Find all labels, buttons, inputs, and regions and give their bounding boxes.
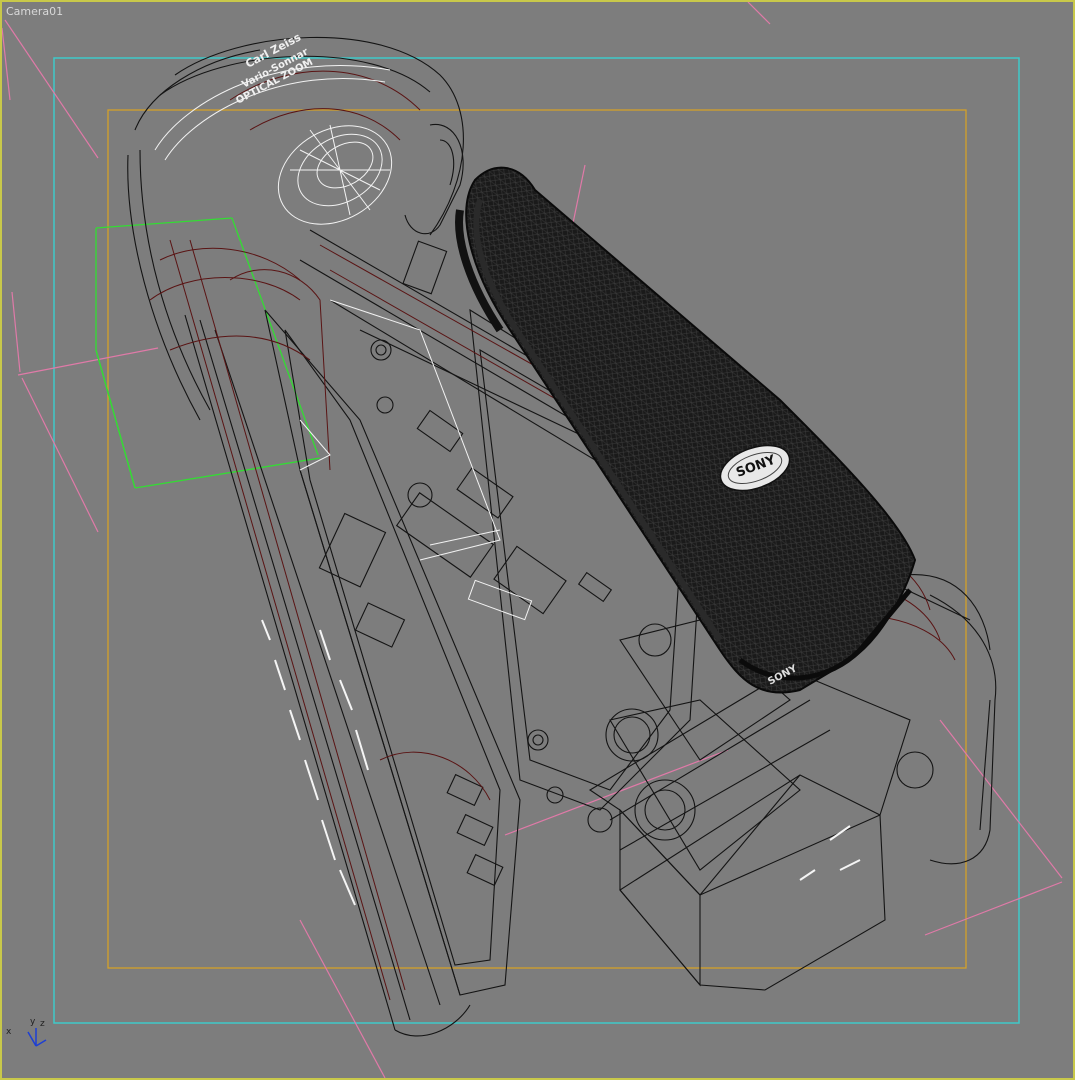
axis-tripod: x y z	[6, 1017, 47, 1047]
axis-z-label: z	[40, 1019, 45, 1029]
axis-y-label: y	[30, 1017, 36, 1027]
hand-grip[interactable]	[455, 166, 917, 694]
lens-assembly[interactable]	[154, 65, 533, 621]
axis-x-label: x	[6, 1027, 12, 1037]
wireframe-scene[interactable]: Carl Zeiss Vario-Sonnar OPTICAL ZOOM SON…	[0, 0, 1075, 1080]
camera-viewport[interactable]: Camera01 Carl Zeiss Vario-Sonnar OPTICAL…	[0, 0, 1075, 1080]
